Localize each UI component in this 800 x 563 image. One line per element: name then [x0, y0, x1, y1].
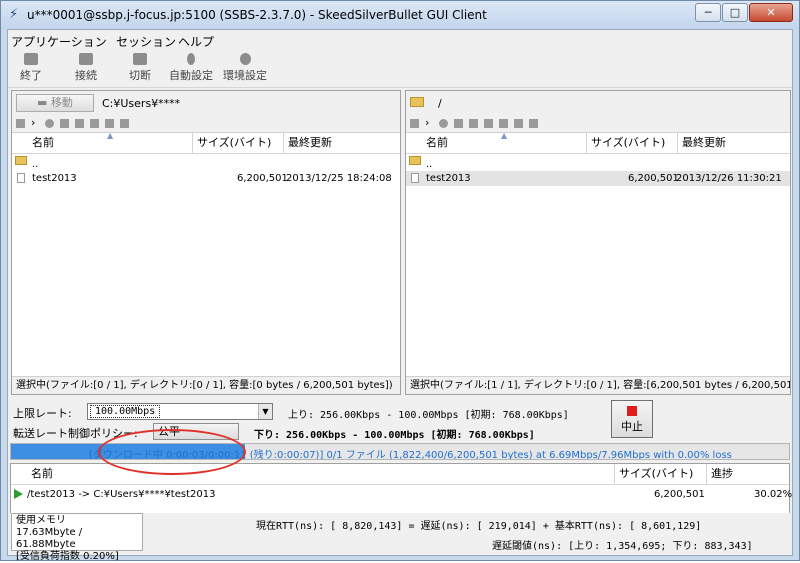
limit-rate-label: 上限レート:	[13, 407, 72, 420]
remote-icon-row: ›	[406, 115, 790, 133]
close-button[interactable]: ✕	[749, 3, 793, 22]
toolbar: 終了 接続 切断 自動設定 環境設定	[8, 50, 792, 88]
status-footer: 使用メモリ 17.63Mbyte / 61.88Mbyte [受信負荷指数 0.…	[8, 513, 792, 562]
remote-status: 選択中(ファイル:[1 / 1], ディレクトリ:[0 / 1], 容量:[6,…	[406, 376, 790, 394]
auto-setting-button[interactable]: 自動設定	[169, 53, 213, 83]
column-name[interactable]: 名前	[12, 133, 193, 154]
lock-icon[interactable]	[529, 119, 538, 128]
play-icon	[14, 489, 23, 499]
transfer-controls: 上限レート: 100.00Mbps ▼ 上り: 256.00Kbps - 100…	[8, 398, 792, 462]
delete-icon[interactable]	[75, 119, 84, 128]
menu-session[interactable]: セッション	[116, 33, 176, 50]
folder-icon	[15, 156, 27, 165]
local-path[interactable]: C:¥Users¥****	[102, 97, 180, 110]
app-icon: ⚡	[9, 7, 19, 22]
up-rate-text: 上り: 256.00Kbps - 100.00Mbps [初期: 768.00K…	[288, 410, 569, 421]
chevron-right-icon[interactable]: ›	[425, 116, 434, 129]
environment-setting-button[interactable]: 環境設定	[223, 53, 267, 83]
column-modified[interactable]: 最終更新	[284, 133, 400, 154]
file-icon	[17, 173, 25, 183]
refresh-icon[interactable]	[45, 119, 54, 128]
transfer-progress-bar: [ダウンロード中 0:00:03/0:00:11 (残り:0:00:07)] 0…	[10, 443, 790, 460]
disconnect-icon	[133, 53, 147, 65]
folder-icon	[409, 156, 421, 165]
remote-path[interactable]: /	[438, 97, 442, 110]
properties-icon[interactable]	[514, 119, 523, 128]
policy-button[interactable]: 公平	[153, 423, 239, 440]
column-modified[interactable]: 最終更新	[678, 133, 790, 154]
local-icon-row: ›	[12, 115, 400, 133]
list-item[interactable]: test2013 6,200,501 2013/12/25 18:24:08	[12, 171, 400, 186]
memory-label: 使用メモリ	[16, 515, 66, 526]
rename-icon[interactable]	[90, 119, 99, 128]
minimize-button[interactable]: ─	[695, 3, 721, 22]
menu-application[interactable]: アプリケーション	[11, 33, 107, 50]
column-progress[interactable]: 進捗	[707, 464, 789, 485]
column-size[interactable]: サイズ(バイト)	[193, 133, 284, 154]
properties-icon[interactable]	[120, 119, 129, 128]
remote-path-bar: /	[406, 91, 790, 115]
go-up-icon[interactable]	[410, 119, 419, 128]
connect-button[interactable]: 接続	[75, 53, 97, 83]
stop-button[interactable]: 中止	[611, 400, 653, 438]
menu-help[interactable]: ヘルプ	[178, 33, 214, 50]
load-index: [受信負荷指数 0.20%]	[16, 551, 119, 562]
list-item[interactable]: ..	[406, 155, 790, 170]
chevron-right-icon[interactable]: ›	[31, 116, 40, 129]
delay-threshold-text: 遅延閾値(ns): [上り: 1,354,695; 下り: 883,343]	[492, 541, 753, 552]
menu-bar: アプリケーション セッション ヘルプ	[8, 30, 792, 50]
rtt-text: 現在RTT(ns): [ 8,820,143] = 遅延(ns): [ 219,…	[256, 521, 702, 532]
remote-pane: / › ▲ 名前 サイズ(バイト) 最終更新 .. test2013 6,200…	[405, 90, 791, 395]
rename-icon[interactable]	[484, 119, 493, 128]
policy-label: 転送レート制御ポリシー:	[13, 427, 138, 440]
transfer-row[interactable]: /test2013 -> C:¥Users¥****¥test2013 6,20…	[11, 487, 792, 502]
auto-setting-icon	[187, 53, 195, 65]
file-icon	[411, 173, 419, 183]
app-window: ⚡ u***0001@ssbp.j-focus.jp:5100 (SSBS-2.…	[0, 0, 800, 562]
local-pane: ▬ 移動 C:¥Users¥**** › ▲ 名前 サイズ(バイト) 最終更新	[11, 90, 401, 395]
move-button[interactable]: ▬ 移動	[16, 94, 94, 112]
connect-icon	[79, 53, 93, 65]
move-icon: ▬	[37, 96, 51, 109]
list-item[interactable]: test2013 6,200,501 2013/12/26 11:30:21	[406, 171, 790, 186]
exit-icon	[24, 53, 38, 65]
delete-icon[interactable]	[469, 119, 478, 128]
copy-icon[interactable]	[105, 119, 114, 128]
go-up-icon[interactable]	[16, 119, 25, 128]
disconnect-button[interactable]: 切断	[129, 53, 151, 83]
refresh-icon[interactable]	[439, 119, 448, 128]
memory-box: 使用メモリ 17.63Mbyte / 61.88Mbyte [受信負荷指数 0.…	[11, 513, 143, 562]
window-title: u***0001@ssbp.j-focus.jp:5100 (SSBS-2.3.…	[27, 8, 487, 22]
local-path-bar: ▬ 移動 C:¥Users¥****	[12, 91, 400, 115]
column-name[interactable]: 名前	[406, 133, 587, 154]
transfer-list-header: 名前 サイズ(バイト) 進捗	[11, 464, 789, 485]
list-item[interactable]: ..	[12, 155, 400, 170]
chevron-down-icon[interactable]: ▼	[258, 404, 272, 419]
new-folder-icon[interactable]	[60, 119, 69, 128]
stop-icon	[627, 406, 637, 416]
exit-button[interactable]: 終了	[20, 53, 42, 83]
progress-text: [ダウンロード中 0:00:03/0:00:11 (残り:0:00:07)] 0…	[89, 450, 732, 460]
limit-rate-select[interactable]: 100.00Mbps ▼	[87, 403, 273, 420]
local-status: 選択中(ファイル:[0 / 1], ディレクトリ:[0 / 1], 容量:[0 …	[12, 376, 400, 394]
remote-list-header: ▲ 名前 サイズ(バイト) 最終更新	[406, 131, 790, 154]
column-name[interactable]: 名前	[11, 464, 615, 485]
maximize-button[interactable]: □	[722, 3, 748, 22]
column-size[interactable]: サイズ(バイト)	[587, 133, 678, 154]
column-size[interactable]: サイズ(バイト)	[615, 464, 707, 485]
title-bar: ⚡ u***0001@ssbp.j-focus.jp:5100 (SSBS-2.…	[1, 1, 799, 29]
new-folder-icon[interactable]	[454, 119, 463, 128]
local-list-header: ▲ 名前 サイズ(バイト) 最終更新	[12, 131, 400, 154]
remote-folder-icon[interactable]	[410, 97, 424, 107]
environment-setting-icon	[239, 53, 251, 65]
memory-value: 17.63Mbyte / 61.88Mbyte	[16, 527, 83, 550]
copy-icon[interactable]	[499, 119, 508, 128]
client-area: アプリケーション セッション ヘルプ 終了 接続 切断 自動設定 環境設定 ▬ …	[7, 29, 793, 562]
down-rate-text: 下り: 256.00Kbps - 100.00Mbps [初期: 768.00K…	[254, 430, 535, 441]
